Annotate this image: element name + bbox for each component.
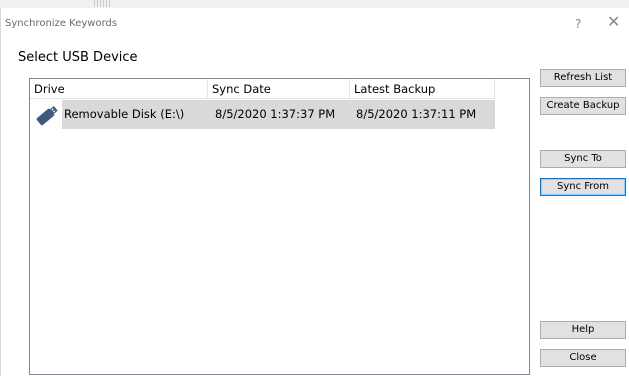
sync-to-button[interactable]: Sync To	[540, 150, 626, 168]
grip-handle	[94, 0, 112, 7]
background-window-strip	[0, 0, 629, 8]
usb-device-list[interactable]: Drive Sync Date Latest Backup Removable …	[29, 78, 530, 375]
help-button[interactable]: Help	[540, 321, 626, 339]
section-label: Select USB Device	[18, 50, 138, 65]
list-header: Drive Sync Date Latest Backup	[30, 79, 495, 99]
synchronize-keywords-dialog: Synchronize Keywords ? ✕ Select USB Devi…	[0, 8, 629, 376]
row-latest-backup: 8/5/2020 1:37:11 PM	[356, 107, 477, 121]
close-icon[interactable]: ✕	[607, 14, 620, 30]
column-header-latest-backup[interactable]: Latest Backup	[350, 79, 495, 99]
sync-from-button[interactable]: Sync From	[540, 178, 626, 196]
close-button[interactable]: Close	[540, 349, 626, 367]
row-sync-date: 8/5/2020 1:37:37 PM	[215, 107, 336, 121]
row-drive-name: Removable Disk (E:\)	[64, 107, 185, 121]
dialog-title: Synchronize Keywords	[5, 18, 118, 29]
column-header-drive[interactable]: Drive	[30, 79, 208, 99]
create-backup-button[interactable]: Create Backup	[540, 97, 626, 115]
column-header-sync-date[interactable]: Sync Date	[208, 79, 350, 99]
usb-drive-icon	[36, 106, 58, 126]
refresh-list-button[interactable]: Refresh List	[540, 69, 626, 87]
help-icon[interactable]: ?	[575, 17, 581, 31]
table-row[interactable]: Removable Disk (E:\) 8/5/2020 1:37:37 PM…	[30, 100, 495, 129]
